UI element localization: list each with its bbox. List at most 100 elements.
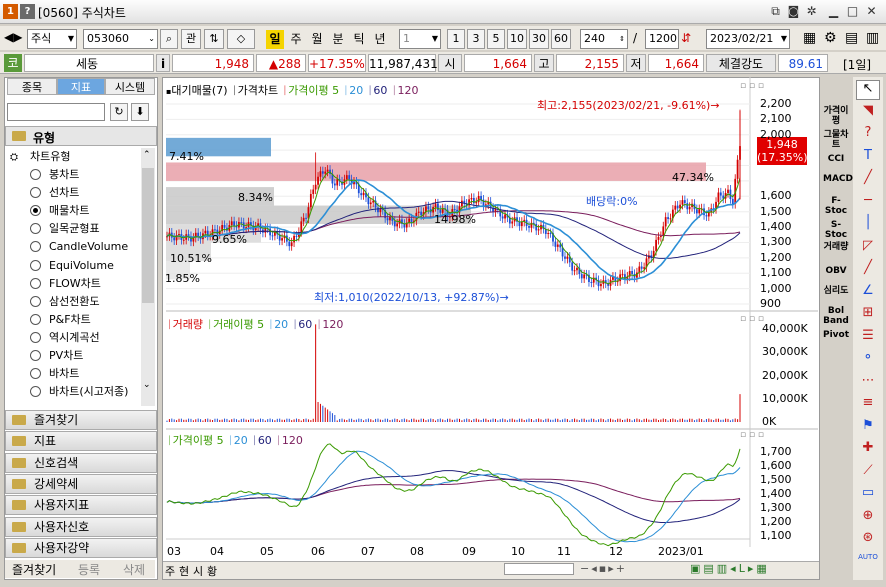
accordion-item[interactable]: 사용자강약 [5,537,157,558]
period-day[interactable]: 일 [266,30,284,49]
group-chart-type[interactable]: 차트유형 [30,148,70,165]
register-button[interactable]: 등록 [78,561,100,578]
tab-system[interactable]: 시스템 [105,78,155,95]
radio-icon[interactable] [30,350,41,361]
interval-3[interactable]: 3 [467,29,485,49]
chart-type-item[interactable]: P&F차트 [49,311,91,328]
chart-type-item[interactable]: 바차트(시고저종) [49,383,128,400]
drawing-tool-icon[interactable]: ─ [856,193,880,213]
drawing-tool-icon[interactable]: ▭ [856,485,880,505]
chart-icon[interactable]: ▦ [803,30,816,46]
indicator-button[interactable]: 가격이평 [823,106,849,126]
chart-type-item[interactable]: EquiVolume [49,257,114,274]
nav-arrows-icon[interactable]: ◀▶ [4,30,22,44]
maximize-button[interactable]: □ [845,4,860,19]
save-icon[interactable]: ▤ [845,30,858,46]
drawing-tool-icon[interactable]: T [856,148,880,168]
reset-icon[interactable]: ⇵ [681,31,691,45]
radio-icon[interactable] [30,313,41,325]
code-input[interactable]: 053060 ⌄ [83,29,158,49]
close-button[interactable]: ✕ [864,4,879,19]
chart-type-item[interactable]: 역시계곡선 [49,329,100,346]
radio-icon[interactable] [30,331,41,343]
delete-button[interactable]: 삭제 [123,561,145,578]
drawing-tool-icon[interactable]: ☰ [856,328,880,348]
accordion-item[interactable]: 즐겨찾기 [5,410,157,430]
indicator-button[interactable]: 심리도 [823,286,849,296]
section-header[interactable] [5,126,157,146]
watchlist-button[interactable]: 관 [181,29,201,49]
sync-icon[interactable]: ⇅ [204,29,224,49]
drawing-tool-icon[interactable]: ⟋ [856,463,880,483]
tab-indicator[interactable]: 지표 [57,78,105,95]
accordion-item[interactable]: 신호검색 [5,452,157,473]
chart-type-item[interactable]: PV차트 [49,347,83,364]
pane-controls-icon[interactable]: ▫ ▫ ▫ [740,430,764,440]
drawing-tool-icon[interactable]: ◥ [856,103,880,123]
indicator-button[interactable]: 거래량 [823,242,849,252]
drawing-tool-icon[interactable]: ╱ [856,260,880,280]
drawing-tool-icon[interactable]: ✚ [856,440,880,460]
period-week[interactable]: 주 [287,30,305,49]
date-select[interactable]: 2023/02/21 ▼ [706,29,790,49]
radio-icon[interactable] [30,295,41,307]
count-stepper[interactable]: 240 ⇕ [580,29,628,49]
chart-type-item[interactable]: 선차트 [49,184,79,201]
drawing-tool-icon[interactable]: ≡ [856,395,880,415]
chart-scroll-slider[interactable] [504,563,574,575]
settings-icon[interactable]: ✲ [804,4,819,19]
indicator-button[interactable]: Pivot [823,330,849,340]
chart-type-item[interactable]: 바차트 [49,365,79,382]
drawing-tool-icon[interactable]: │ [856,215,880,235]
drawing-tool-icon[interactable]: AUTO [856,553,880,573]
chart-view-tab[interactable]: 시 [193,563,203,579]
period-month[interactable]: 월 [308,30,326,49]
indicator-button[interactable]: MACD [823,174,853,184]
print-icon[interactable]: ▥ [866,30,879,46]
updown-icon[interactable]: ◇ [227,29,255,49]
tab-favorites[interactable]: 즐겨찾기 [12,561,56,578]
scrollbar-thumb[interactable] [142,168,154,303]
chart-type-item[interactable]: CandleVolume [49,238,128,255]
drawing-tool-icon[interactable]: ⚑ [856,418,880,438]
drawing-tool-icon[interactable]: ╱ [856,170,880,190]
market-select[interactable]: 주식 ▼ [27,29,77,49]
indicator-search-input[interactable] [7,103,105,121]
pane-controls-icon[interactable]: ▫ ▫ ▫ [740,314,764,324]
interval-10[interactable]: 10 [507,29,527,49]
drawing-tool-icon[interactable]: ⊞ [856,305,880,325]
drawing-tool-icon[interactable]: ↖ [856,80,880,100]
download-icon[interactable]: ⬇ [131,103,149,121]
chart-view-tab[interactable]: 주 [165,563,175,579]
drawing-tool-icon[interactable]: ⊕ [856,508,880,528]
minimize-button[interactable]: ▁ [826,4,841,19]
info-button[interactable]: i [156,54,170,72]
export-icons[interactable]: ▣▤▥◂L▸▦ [690,562,770,575]
indicator-button[interactable]: S-Stoc [823,220,849,240]
interval-30[interactable]: 30 [529,29,549,49]
accordion-item[interactable]: 사용자신호 [5,516,157,537]
period-year[interactable]: 년 [371,30,389,49]
accordion-item[interactable]: 지표 [5,431,157,452]
accordion-item[interactable]: 사용자지표 [5,495,157,516]
radio-icon[interactable] [30,259,41,271]
drawing-tool-icon[interactable]: ◸ [856,238,880,258]
pane-controls-icon[interactable]: ▫ ▫ ▫ [740,81,764,91]
drawing-tool-icon[interactable]: ⚬ [856,350,880,370]
period-tick[interactable]: 틱 [350,30,368,49]
chart-type-item[interactable]: 매물차트 [49,202,89,219]
drawing-tool-icon[interactable]: ⊛ [856,530,880,550]
chart-type-item[interactable]: FLOW차트 [49,275,101,292]
radio-icon[interactable] [30,169,41,180]
indicator-button[interactable]: 그물차트 [823,130,849,150]
indicator-button[interactable]: OBV [823,266,849,276]
indicator-button[interactable]: CCI [823,154,849,164]
refresh-icon[interactable]: ↻ [110,103,128,121]
interval-60[interactable]: 60 [551,29,571,49]
chart-type-item[interactable]: 봉차트 [49,166,79,183]
drawing-tool-icon[interactable]: ⋯ [856,373,880,393]
zoom-controls-icon[interactable]: −◂▪▸+ [580,562,627,575]
indicator-button[interactable]: F-Stoc [823,196,849,216]
drawing-tool-icon[interactable]: ? [856,125,880,145]
drawing-tool-icon[interactable]: ∠ [856,283,880,303]
